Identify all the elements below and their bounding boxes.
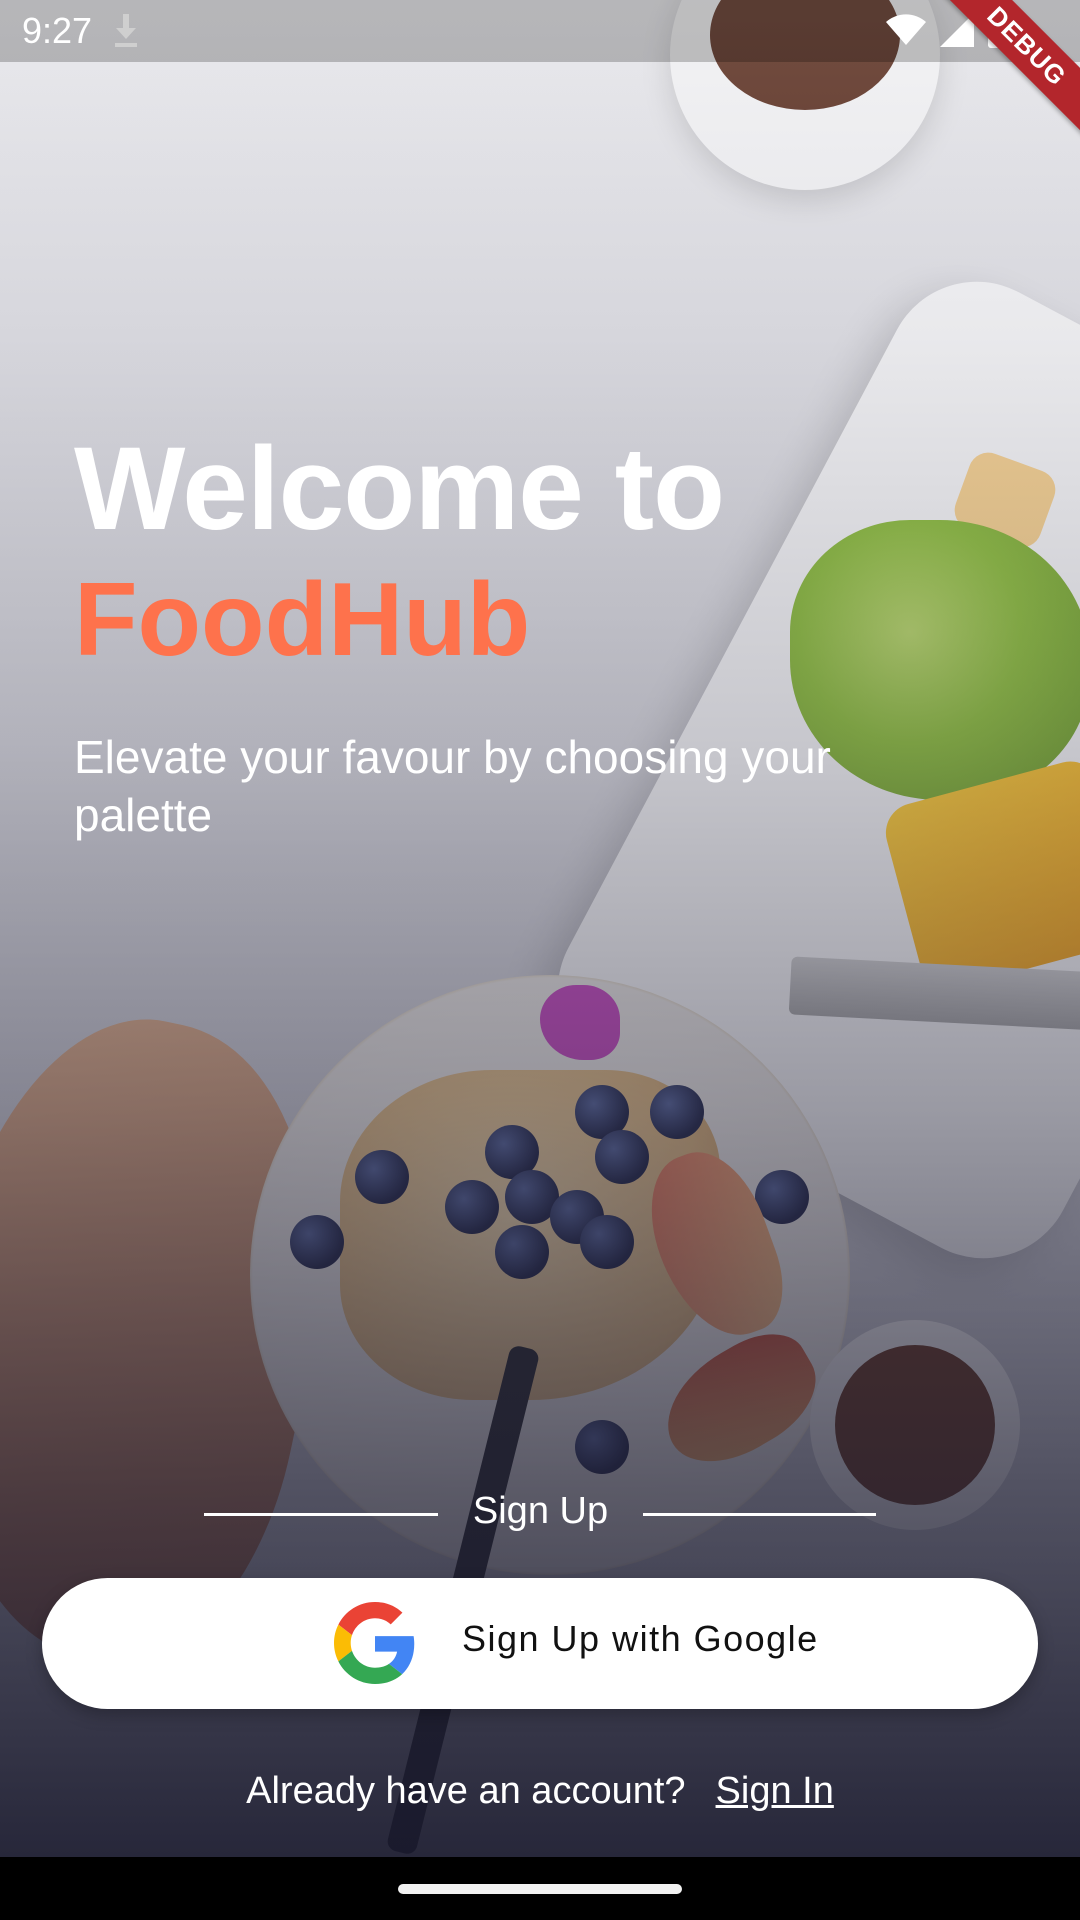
signin-prompt-text: Already have an account? xyxy=(246,1770,686,1812)
signup-divider-label: Sign Up xyxy=(472,1490,609,1532)
divider-line-right xyxy=(643,1513,876,1516)
sign-in-link[interactable]: Sign In xyxy=(716,1770,834,1812)
wifi-icon xyxy=(886,14,926,45)
divider-line-left xyxy=(204,1513,438,1516)
welcome-subtitle: Elevate your favour by choosing your pal… xyxy=(74,731,831,841)
google-signup-button[interactable]: Sign Up with Google xyxy=(42,1578,1038,1709)
status-bar: 9:27 xyxy=(0,0,1080,62)
google-signup-label: Sign Up with Google xyxy=(462,1618,819,1659)
welcome-screen: 9:27 DEBUG Welcome to FoodHub Elevate yo… xyxy=(0,0,1080,1920)
google-icon xyxy=(334,1602,415,1684)
signin-prompt: Already have an account? Sign In xyxy=(0,1770,1080,1813)
brand-name: FoodHub xyxy=(74,562,531,678)
home-indicator[interactable] xyxy=(398,1884,682,1894)
welcome-title: Welcome to xyxy=(74,423,725,555)
status-time: 9:27 xyxy=(22,10,93,51)
download-icon xyxy=(115,14,137,47)
system-nav-bar xyxy=(0,1857,1080,1920)
